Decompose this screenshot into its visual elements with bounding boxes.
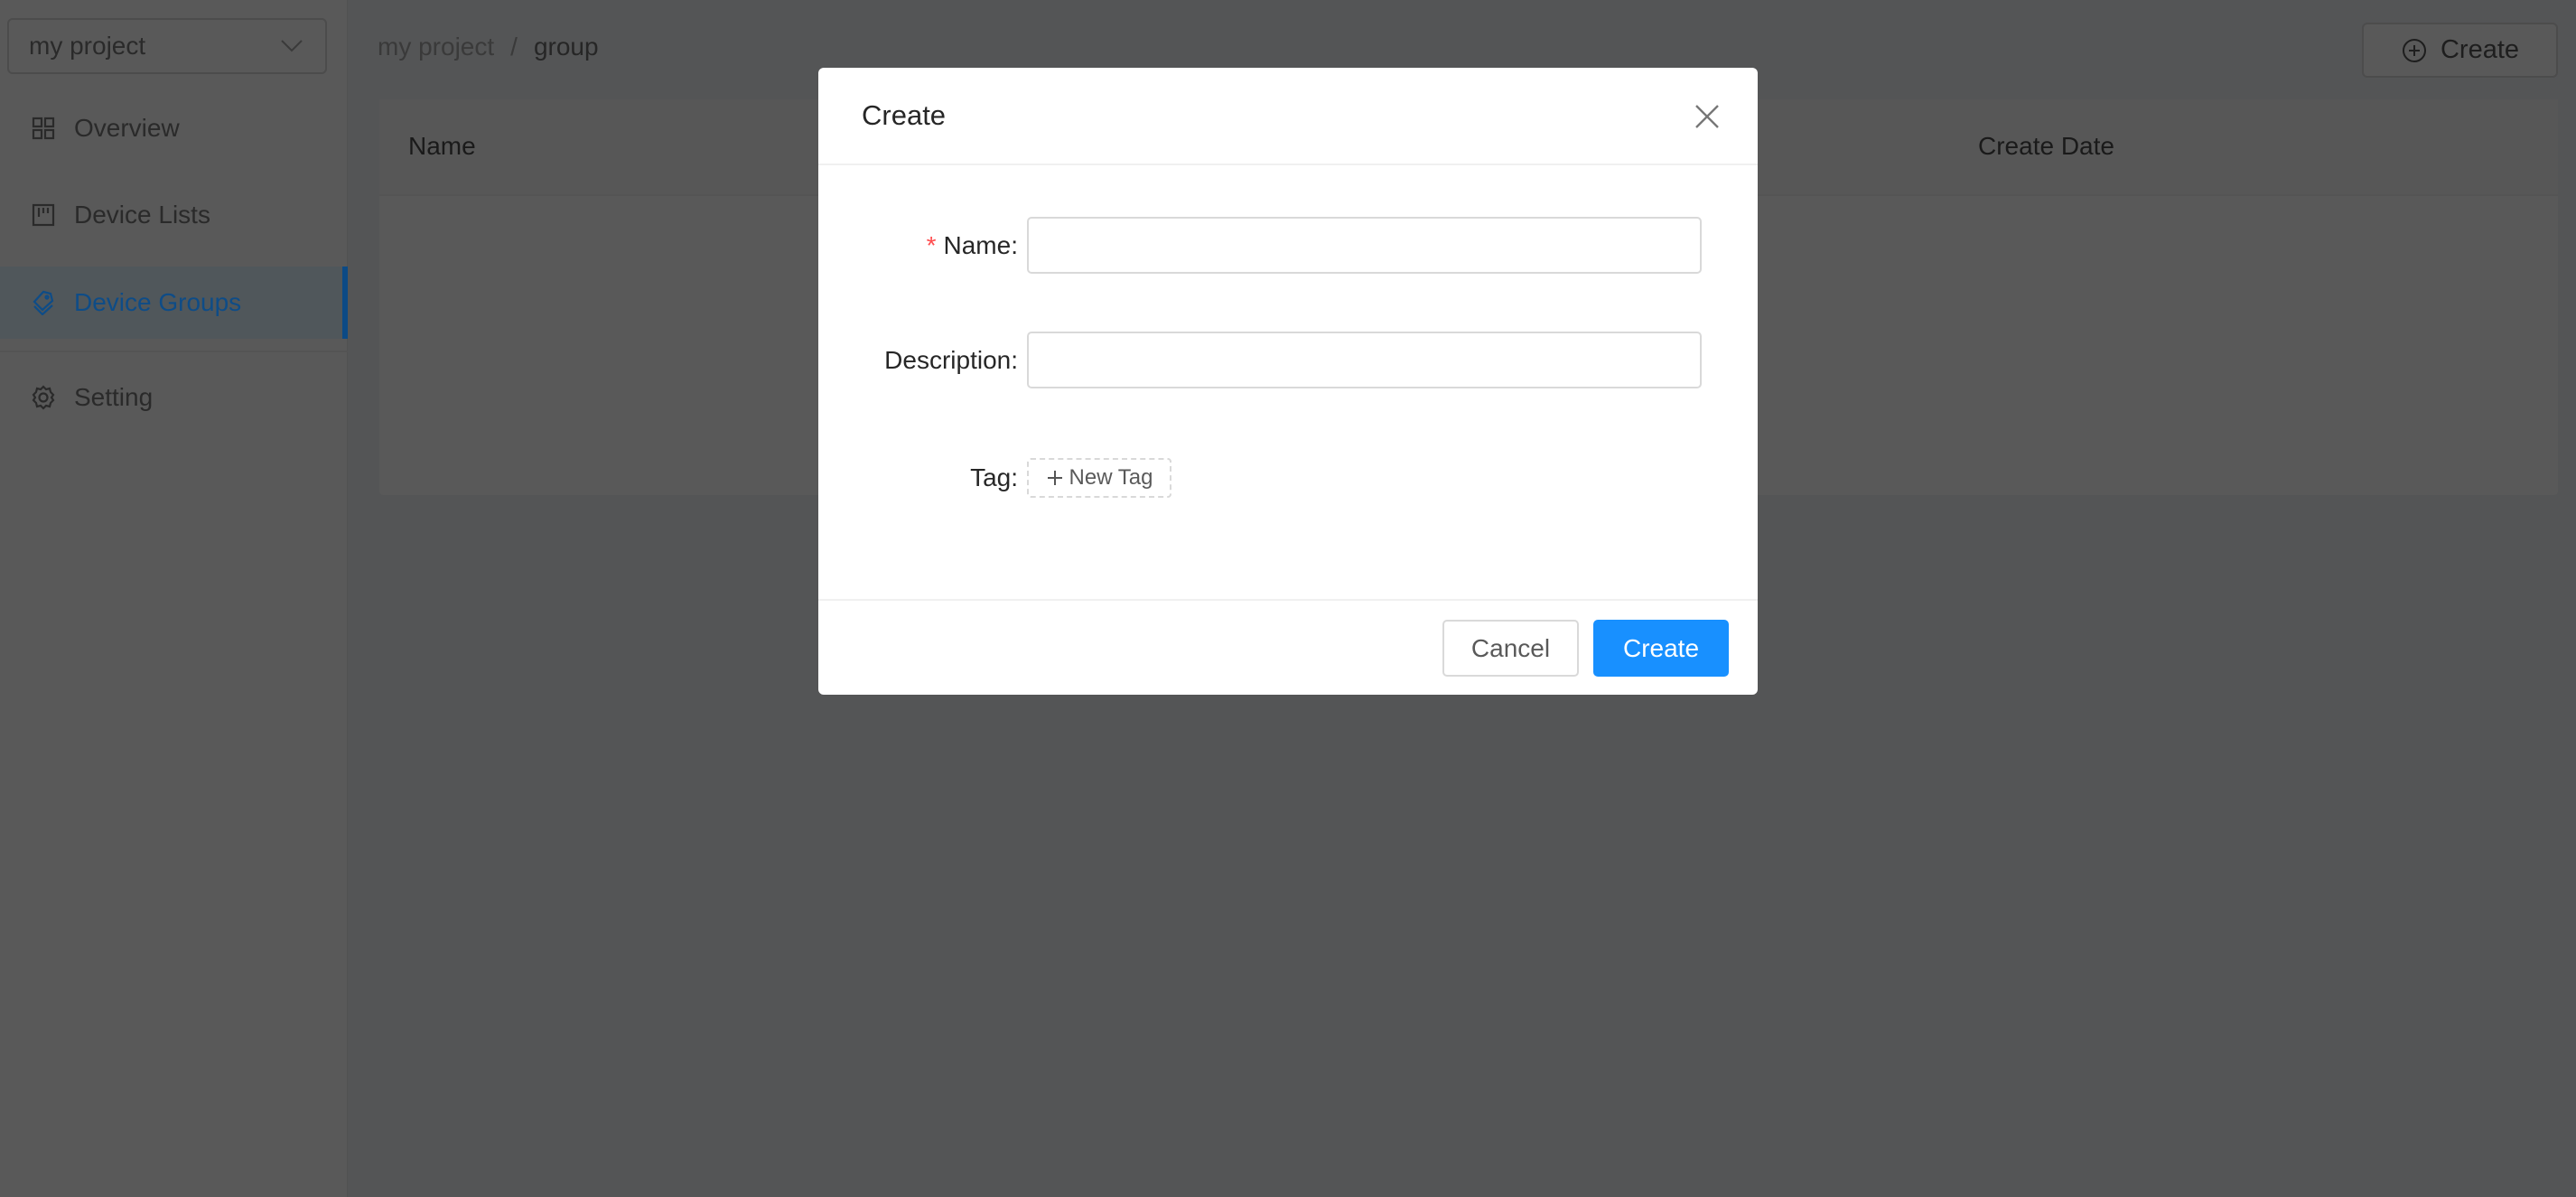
description-input[interactable] bbox=[1027, 332, 1702, 388]
modal-create-button[interactable]: Create bbox=[1593, 620, 1729, 677]
close-icon[interactable] bbox=[1693, 102, 1722, 131]
breadcrumb-separator: / bbox=[510, 33, 518, 61]
plus-circle-icon bbox=[2402, 38, 2426, 62]
sidebar-item-device-groups[interactable]: Device Groups bbox=[0, 267, 348, 339]
sidebar: my project Overview Device Lists Device … bbox=[0, 0, 348, 1197]
create-modal: Create * Name: Description: Tag: New Tag … bbox=[818, 68, 1758, 695]
breadcrumb-project[interactable]: my project bbox=[378, 33, 494, 61]
new-tag-label: New Tag bbox=[1069, 465, 1153, 490]
grid-icon bbox=[32, 117, 55, 140]
create-button-label: Create bbox=[2440, 35, 2520, 64]
tag-label-text: Tag bbox=[970, 463, 1012, 491]
column-create-date: Create Date bbox=[1978, 132, 2114, 160]
new-tag-button[interactable]: New Tag bbox=[1027, 458, 1171, 498]
modal-footer-divider bbox=[818, 599, 1758, 601]
description-label: Description: bbox=[884, 345, 1018, 374]
description-label-text: Description bbox=[884, 345, 1012, 374]
project-select-value: my project bbox=[29, 32, 146, 60]
sidebar-divider bbox=[0, 351, 348, 352]
name-input[interactable] bbox=[1027, 217, 1702, 274]
chevron-down-icon bbox=[281, 40, 303, 52]
required-mark: * bbox=[926, 230, 937, 259]
sidebar-item-label: Device Groups bbox=[74, 288, 242, 316]
sidebar-item-overview[interactable]: Overview bbox=[0, 92, 348, 164]
cancel-button[interactable]: Cancel bbox=[1442, 620, 1579, 677]
board-icon bbox=[32, 203, 55, 227]
name-label: * Name: bbox=[926, 230, 1018, 259]
create-button[interactable]: Create bbox=[2362, 23, 2558, 78]
breadcrumb: my project / group bbox=[378, 33, 599, 61]
plus-icon bbox=[1047, 471, 1062, 485]
tags-icon bbox=[33, 290, 54, 315]
sidebar-item-setting[interactable]: Setting bbox=[0, 361, 348, 434]
tag-label: Tag: bbox=[970, 463, 1018, 491]
sidebar-item-label: Setting bbox=[74, 383, 154, 411]
column-name: Name bbox=[408, 132, 476, 160]
project-select[interactable]: my project bbox=[7, 18, 327, 74]
gear-icon bbox=[32, 385, 55, 410]
breadcrumb-current: group bbox=[533, 33, 599, 61]
modal-title: Create bbox=[862, 99, 947, 131]
cancel-label: Cancel bbox=[1470, 633, 1551, 662]
name-label-text: Name bbox=[943, 230, 1012, 259]
sidebar-item-label: Overview bbox=[74, 114, 180, 142]
sidebar-item-label: Device Lists bbox=[74, 201, 210, 229]
sidebar-item-device-lists[interactable]: Device Lists bbox=[0, 179, 348, 251]
modal-create-label: Create bbox=[1622, 633, 1700, 662]
